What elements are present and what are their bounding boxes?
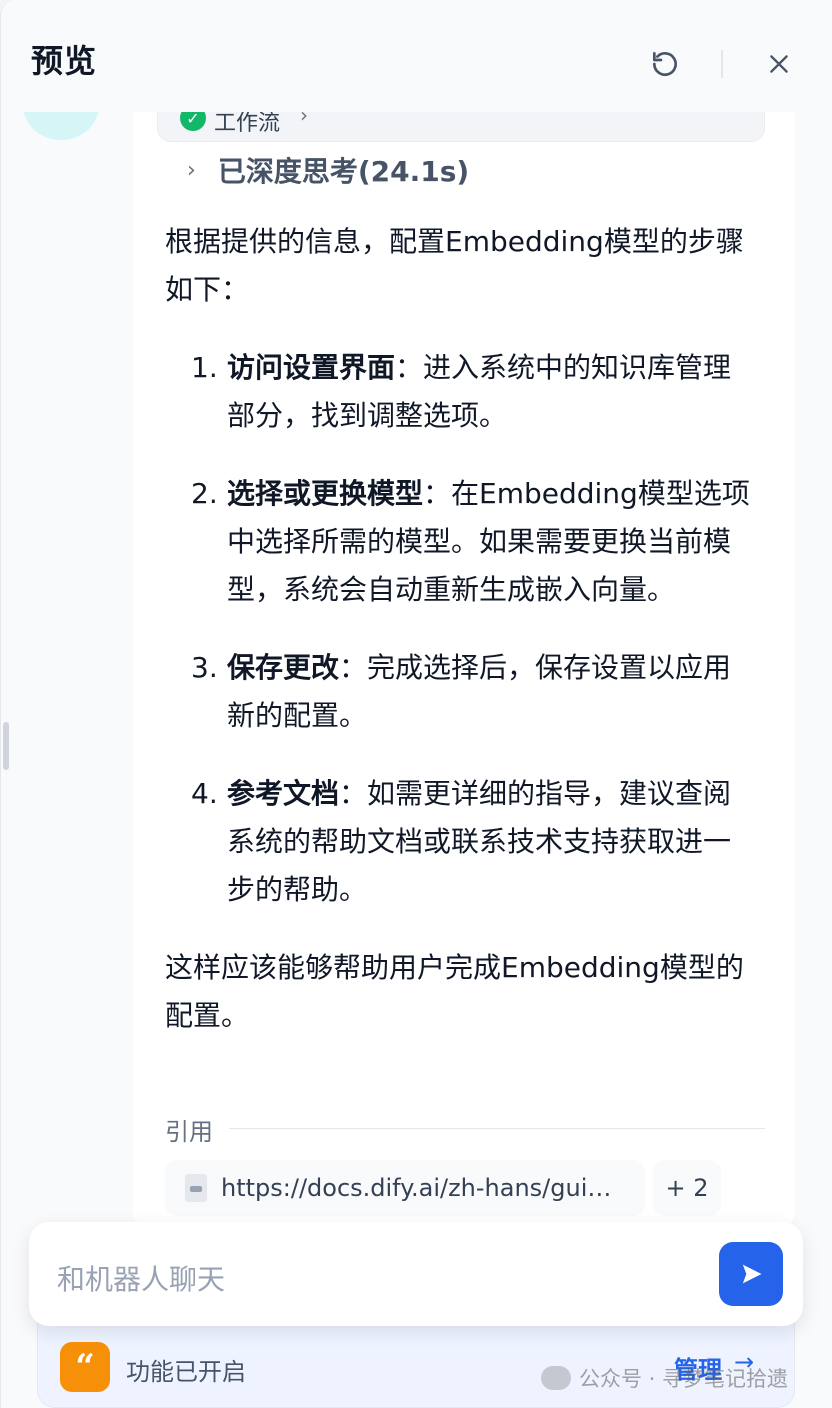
thinking-label: 已深度思考(24.1s) xyxy=(217,155,470,188)
chat-input-placeholder: 和机器人聊天 xyxy=(57,1263,226,1296)
close-icon xyxy=(770,55,788,73)
chevron-right-icon: › xyxy=(187,157,196,183)
thinking-toggle[interactable]: › 已深度思考(24.1s) xyxy=(187,150,469,190)
panel-header: 预览 xyxy=(1,0,832,112)
list-item: 4. 参考文档：如需更详细的指导，建议查阅系统的帮助文档或联系技术支持获取进一步… xyxy=(165,770,755,914)
list-item: 1. 访问设置界面：进入系统中的知识库管理部分，找到调整选项。 xyxy=(165,344,755,440)
answer-content: 根据提供的信息，配置Embedding模型的步骤如下： 1. 访问设置界面：进入… xyxy=(165,218,755,1040)
refresh-icon xyxy=(653,52,677,76)
page-title: 预览 xyxy=(31,42,98,80)
wechat-icon xyxy=(541,1366,571,1390)
list-number: 1. xyxy=(191,351,218,384)
step-title: 访问设置界面 xyxy=(227,351,396,384)
document-icon xyxy=(185,1174,207,1202)
step-title: 保存更改 xyxy=(227,651,340,684)
feature-status-text: 功能已开启 xyxy=(126,1358,246,1386)
header-divider xyxy=(721,50,723,78)
answer-conclusion: 这样应该能够帮助用户完成Embedding模型的配置。 xyxy=(165,951,744,1032)
refresh-button[interactable] xyxy=(645,44,685,84)
list-item: 3. 保存更改：完成选择后，保存设置以应用新的配置。 xyxy=(165,644,755,740)
close-button[interactable] xyxy=(759,44,799,84)
citation-source-chip[interactable]: https://docs.dify.ai/zh-hans/guide... xyxy=(165,1160,645,1216)
step-title: 参考文档 xyxy=(227,777,340,810)
citation-url: https://docs.dify.ai/zh-hans/guide... xyxy=(221,1174,621,1202)
list-number: 2. xyxy=(191,477,218,510)
steps-list: 1. 访问设置界面：进入系统中的知识库管理部分，找到调整选项。 2. 选择或更换… xyxy=(165,344,755,914)
citation-divider xyxy=(229,1128,765,1129)
chat-input[interactable]: 和机器人聊天 xyxy=(29,1222,803,1326)
list-item: 2. 选择或更换模型：在Embedding模型选项中选择所需的模型。如果需要更换… xyxy=(165,470,755,614)
citation-more-button[interactable]: + 2 xyxy=(653,1160,721,1216)
citation-header: 引用 xyxy=(165,1112,765,1146)
watermark-text: 公众号 · 寻梦笔记拾遗 xyxy=(579,1367,789,1391)
list-number: 3. xyxy=(191,651,218,684)
preview-panel: 预览 ✓ 工作流 › › 已深度思考(24.1s) 根据提供的信息，配置Embe… xyxy=(0,0,832,1408)
quote-icon: “ xyxy=(60,1342,110,1392)
send-button[interactable] xyxy=(719,1242,783,1306)
resize-handle[interactable] xyxy=(3,722,9,770)
send-icon xyxy=(742,1264,762,1284)
answer-intro: 根据提供的信息，配置Embedding模型的步骤如下： xyxy=(165,225,744,306)
step-title: 选择或更换模型 xyxy=(227,477,424,510)
citation-label: 引用 xyxy=(165,1118,213,1146)
list-number: 4. xyxy=(191,777,218,810)
watermark: 公众号 · 寻梦笔记拾遗 xyxy=(541,1360,788,1396)
